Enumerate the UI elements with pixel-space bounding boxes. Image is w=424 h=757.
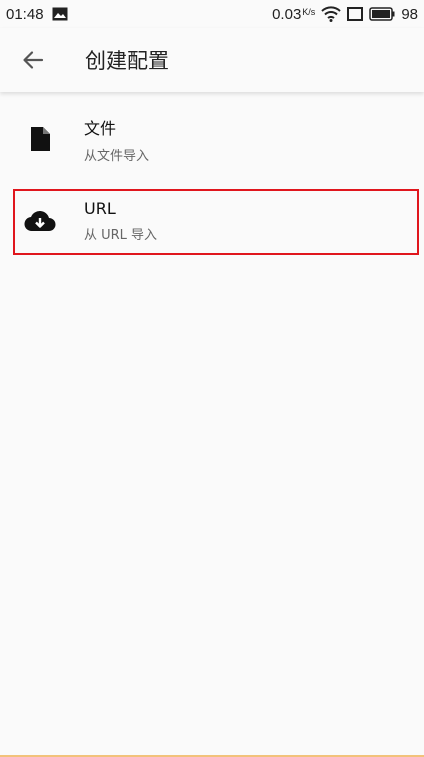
network-speed-unit: K/s [302,6,316,17]
network-speed-value: 0.03 [272,5,302,23]
option-file-subtitle: 从文件导入 [84,148,150,164]
status-left: 01:48 [6,6,68,23]
arrow-left-icon [22,49,44,71]
status-bar: 01:48 0.03K/s 98 [0,0,424,28]
file-icon [24,123,56,155]
cloud-download-icon [24,205,56,237]
option-file-title: 文件 [84,118,117,138]
back-button[interactable] [13,40,53,80]
battery-level: 98 [401,5,418,23]
option-url-text: URL 从 URL 导入 [84,199,157,243]
page-title: 创建配置 [85,49,169,73]
status-right: 0.03K/s 98 [272,6,418,23]
option-url-subtitle: 从 URL 导入 [84,228,158,243]
app-bar: 创建配置 [0,28,424,92]
import-options-list: 文件 从文件导入 URL 从 URL 导入 [0,98,424,262]
option-url-title: URL [84,199,116,218]
network-speed: 0.03K/s [272,6,315,23]
option-file[interactable]: 文件 从文件导入 [0,98,424,180]
status-time: 01:48 [6,5,44,23]
wifi-icon [321,6,342,22]
option-file-text: 文件 从文件导入 [84,115,149,164]
image-icon [52,7,68,21]
battery-icon [369,7,395,21]
sim-icon [347,7,364,21]
option-url[interactable]: URL 从 URL 导入 [0,180,424,262]
